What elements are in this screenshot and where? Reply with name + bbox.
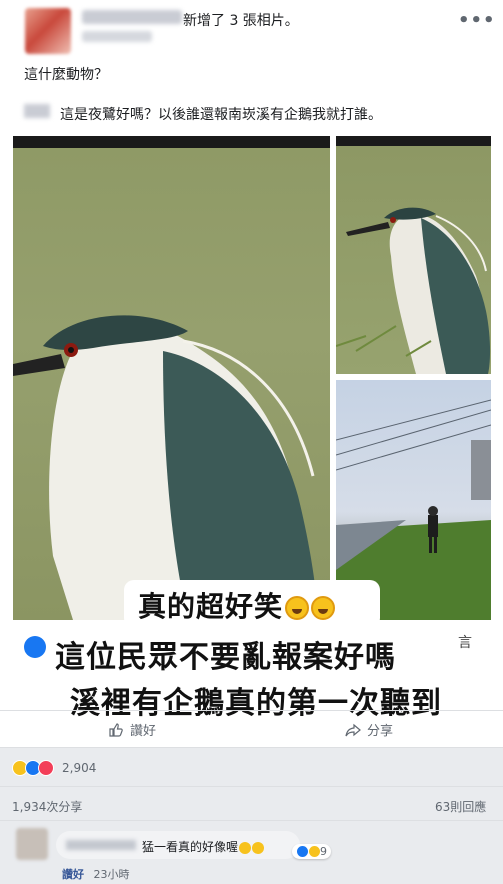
share-arrow-icon (345, 723, 361, 736)
commenter-avatar[interactable] (16, 828, 48, 860)
thumbs-up-icon (109, 722, 123, 737)
mention-redacted[interactable] (24, 104, 50, 118)
reactions-summary[interactable] (12, 760, 54, 776)
laughing-emoji-icon (311, 596, 336, 620)
post-meta-redacted (82, 31, 152, 42)
poster-avatar[interactable] (25, 8, 71, 54)
divider (0, 820, 503, 821)
post-caption-line1: 這什麼動物？ (24, 67, 108, 83)
comment-count[interactable]: 63則回應 (435, 798, 486, 815)
commenter-name-redacted[interactable] (66, 840, 136, 850)
meme-caption-line1: 真的超好笑 (138, 585, 336, 625)
comment-reaction-count: 9 (320, 845, 327, 858)
post-action-bar: 讚好 分享 (0, 710, 503, 748)
comment-text-content: 猛一看真的好像喔 (142, 840, 239, 854)
comment-text: 猛一看真的好像喔 (142, 838, 265, 855)
share-label: 分享 (367, 724, 394, 739)
like-button[interactable]: 讚好 (108, 720, 156, 739)
post-caption-line2: 這是夜鷺好嗎？以後誰還報南崁溪有企鵝我就打誰。 (60, 107, 382, 123)
poster-name-redacted[interactable] (82, 10, 182, 24)
share-button[interactable]: 分享 (345, 720, 393, 739)
post-card: 新增了 3 張相片。 ••• 這什麼動物？ 這是夜鷺好嗎？以後誰還報南崁溪有企鵝… (0, 0, 503, 748)
love-reaction-icon (38, 760, 54, 776)
meme-caption-line1-text: 真的超好笑 (138, 590, 284, 623)
like-reaction-icon (24, 636, 46, 658)
photo-top-right[interactable] (336, 136, 491, 374)
comment-time[interactable]: 23小時 (94, 868, 130, 881)
meme-caption-line2: 這位民眾不要亂報案好嗎 (55, 640, 396, 675)
comment-reactions[interactable]: 9 (292, 844, 331, 859)
heron-illustration-small (336, 207, 491, 374)
share-count[interactable]: 1,934次分享 (12, 798, 82, 815)
caption-fragment: 言 (458, 635, 472, 651)
comment-like-link[interactable]: 讚好 (62, 868, 84, 881)
grinning-emoji-icon (239, 841, 252, 854)
grinning-emoji-icon (252, 841, 265, 854)
heron-illustration-large (13, 315, 318, 620)
comment-actions: 讚好 23小時 (62, 866, 130, 882)
more-options-icon[interactable]: ••• (458, 10, 496, 31)
divider (0, 786, 503, 787)
like-label: 讚好 (130, 724, 157, 739)
post-header-action: 新增了 3 張相片。 (183, 13, 299, 29)
laughing-emoji-icon (285, 596, 310, 620)
reaction-count[interactable]: 2,904 (62, 761, 96, 775)
photo-main[interactable] (13, 136, 330, 620)
